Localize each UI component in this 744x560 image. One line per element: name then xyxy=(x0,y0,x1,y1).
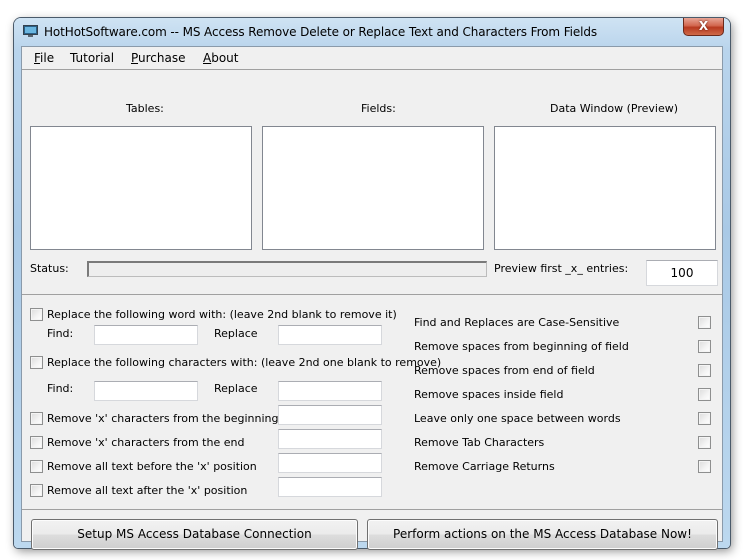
remove-from-beginning-checkbox[interactable] xyxy=(30,412,43,425)
app-window: HotHotSoftware.com -- MS Access Remove D… xyxy=(14,18,730,550)
menu-tutorial[interactable]: Tutorial xyxy=(70,51,114,65)
fields-listbox[interactable] xyxy=(262,126,484,250)
status-progress-bar xyxy=(87,261,487,277)
fields-label: Fields: xyxy=(361,102,396,115)
single-space-label: Leave only one space between words xyxy=(414,412,621,425)
replace-chars-find-label: Find: xyxy=(47,382,74,395)
data-window-listbox[interactable] xyxy=(494,126,716,250)
remove-from-beginning-label: Remove 'x' characters from the beginning xyxy=(47,412,279,425)
remove-inner-spaces-checkbox[interactable] xyxy=(698,388,711,401)
single-space-checkbox[interactable] xyxy=(698,412,711,425)
menu-bar: File Tutorial Purchase About xyxy=(22,47,722,70)
preview-label: Preview first _x_ entries: xyxy=(494,262,629,275)
remove-trailing-spaces-label: Remove spaces from end of field xyxy=(414,364,595,377)
menu-about-rest: bout xyxy=(211,51,239,65)
title-bar[interactable]: HotHotSoftware.com -- MS Access Remove D… xyxy=(14,18,730,44)
menu-purchase[interactable]: Purchase xyxy=(131,51,186,65)
remove-from-end-label: Remove 'x' characters from the end xyxy=(47,436,245,449)
menu-file-rest: ile xyxy=(40,51,55,65)
client-area: File Tutorial Purchase About Tables: Fie… xyxy=(21,46,723,550)
close-button[interactable]: X xyxy=(683,18,724,36)
replace-word-checkbox[interactable] xyxy=(30,308,43,321)
preview-count-input[interactable]: 100 xyxy=(646,260,718,286)
case-sensitive-label: Find and Replaces are Case-Sensitive xyxy=(414,316,620,329)
case-sensitive-checkbox[interactable] xyxy=(698,316,711,329)
section-divider-top xyxy=(22,294,722,295)
remove-inner-spaces-label: Remove spaces inside field xyxy=(414,388,564,401)
remove-from-beginning-input[interactable] xyxy=(278,405,382,425)
section-divider-bottom xyxy=(22,509,722,510)
replace-chars-label: Replace the following characters with: (… xyxy=(47,356,442,369)
remove-after-position-checkbox[interactable] xyxy=(30,484,43,497)
setup-connection-button[interactable]: Setup MS Access Database Connection xyxy=(31,519,358,550)
menu-file[interactable]: File xyxy=(34,51,54,65)
window-title: HotHotSoftware.com -- MS Access Remove D… xyxy=(44,25,598,39)
remove-before-position-input[interactable] xyxy=(278,453,382,473)
remove-leading-spaces-checkbox[interactable] xyxy=(698,340,711,353)
remove-before-position-label: Remove all text before the 'x' position xyxy=(47,460,257,473)
monitor-icon xyxy=(23,25,38,37)
remove-tabs-checkbox[interactable] xyxy=(698,436,711,449)
replace-chars-replace-input[interactable] xyxy=(278,381,382,401)
perform-actions-button[interactable]: Perform actions on the MS Access Databas… xyxy=(367,519,718,550)
status-label: Status: xyxy=(30,262,69,275)
menu-about-accel: A xyxy=(203,51,212,65)
tables-listbox[interactable] xyxy=(30,126,252,250)
remove-after-position-label: Remove all text after the 'x' position xyxy=(47,484,248,497)
remove-carriage-returns-label: Remove Carriage Returns xyxy=(414,460,555,473)
remove-trailing-spaces-checkbox[interactable] xyxy=(698,364,711,377)
replace-word-replace-label: Replace xyxy=(214,327,258,340)
remove-leading-spaces-label: Remove spaces from beginning of field xyxy=(414,340,629,353)
replace-chars-checkbox[interactable] xyxy=(30,356,43,369)
remove-before-position-checkbox[interactable] xyxy=(30,460,43,473)
tables-label: Tables: xyxy=(126,102,164,115)
replace-word-label: Replace the following word with: (leave … xyxy=(47,308,397,321)
remove-after-position-input[interactable] xyxy=(278,477,382,497)
menu-about[interactable]: About xyxy=(203,51,239,65)
replace-word-replace-input[interactable] xyxy=(278,325,382,345)
replace-chars-replace-label: Replace xyxy=(214,382,258,395)
replace-word-find-label: Find: xyxy=(47,327,74,340)
remove-tabs-label: Remove Tab Characters xyxy=(414,436,545,449)
remove-carriage-returns-checkbox[interactable] xyxy=(698,460,711,473)
remove-from-end-input[interactable] xyxy=(278,429,382,449)
menu-purchase-rest: urchase xyxy=(138,51,186,65)
replace-word-find-input[interactable] xyxy=(94,325,198,345)
replace-chars-find-input[interactable] xyxy=(94,381,198,401)
data-window-label: Data Window (Preview) xyxy=(550,102,679,115)
remove-from-end-checkbox[interactable] xyxy=(30,436,43,449)
menu-purchase-accel: P xyxy=(131,51,139,65)
